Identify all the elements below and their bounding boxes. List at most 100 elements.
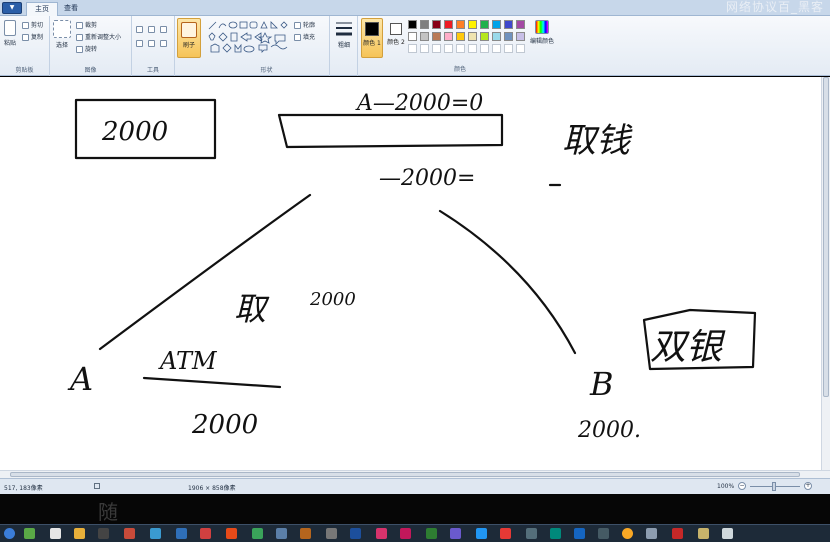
palette-swatch[interactable]: [432, 20, 441, 29]
size-button[interactable]: 粗细: [334, 20, 354, 49]
taskbar-app-icon-25[interactable]: [622, 528, 633, 539]
taskbar-app-icon-28[interactable]: [698, 528, 709, 539]
taskbar-app-icon-11[interactable]: [276, 528, 287, 539]
taskbar-app-icon-5[interactable]: [124, 528, 135, 539]
horizontal-scrollbar[interactable]: [0, 470, 830, 478]
zoom-in-button[interactable]: +: [804, 482, 812, 490]
horizontal-scroll-thumb[interactable]: [10, 472, 800, 477]
taskbar-app-icon-27[interactable]: [672, 528, 683, 539]
palette-custom-slot[interactable]: [468, 44, 477, 53]
crop-button[interactable]: 裁剪: [76, 20, 97, 29]
resize-button[interactable]: 重新调整大小: [76, 32, 121, 41]
copy-button[interactable]: 复制: [22, 32, 43, 41]
palette-custom-slot[interactable]: [480, 44, 489, 53]
taskbar-app-icon-4[interactable]: [98, 528, 109, 539]
outline-dropdown[interactable]: 轮廓: [294, 20, 315, 29]
taskbar-app-icon-6[interactable]: [150, 528, 161, 539]
palette-swatch[interactable]: [504, 32, 513, 41]
taskbar-app-icon-16[interactable]: [400, 528, 411, 539]
paste-button[interactable]: 粘贴: [2, 20, 18, 47]
taskbar-app-icon-10[interactable]: [252, 528, 263, 539]
color-picker-icon[interactable]: [148, 40, 155, 47]
tab-view[interactable]: 查看: [56, 2, 86, 16]
palette-custom-slot[interactable]: [408, 44, 417, 53]
palette-swatch[interactable]: [480, 32, 489, 41]
select-button[interactable]: 选择: [52, 20, 72, 49]
palette-swatch[interactable]: [456, 20, 465, 29]
start-orb-icon[interactable]: [4, 528, 15, 539]
magnifier-icon[interactable]: [160, 40, 167, 47]
palette-swatch[interactable]: [456, 32, 465, 41]
fill-label: 填充: [303, 34, 316, 41]
taskbar-app-icon-20[interactable]: [500, 528, 511, 539]
palette-swatch[interactable]: [468, 32, 477, 41]
palette-swatch[interactable]: [480, 20, 489, 29]
zoom-slider-thumb[interactable]: [772, 482, 776, 491]
taskbar-app-icon-8[interactable]: [200, 528, 211, 539]
taskbar-app-icon-14[interactable]: [350, 528, 361, 539]
taskbar-app-icon-13[interactable]: [326, 528, 337, 539]
taskbar-app-icon-7[interactable]: [176, 528, 187, 539]
palette-swatch[interactable]: [516, 32, 525, 41]
palette-custom-slot[interactable]: [444, 44, 453, 53]
taskbar-app-icon-15[interactable]: [376, 528, 387, 539]
taskbar-app-icon-22[interactable]: [550, 528, 561, 539]
image-group-label: 图像: [84, 67, 97, 74]
rotate-button[interactable]: 旋转: [76, 44, 97, 53]
taskbar-app-icon-24[interactable]: [598, 528, 609, 539]
palette-swatch[interactable]: [420, 20, 429, 29]
taskbar-app-icon-9[interactable]: [226, 528, 237, 539]
palette-custom-slot[interactable]: [420, 44, 429, 53]
taskbar-app-icon-1[interactable]: [24, 528, 35, 539]
taskbar-app-icon-17[interactable]: [426, 528, 437, 539]
palette-custom-slot[interactable]: [516, 44, 525, 53]
sketch-amount-under-atm: 2000: [191, 410, 258, 440]
taskbar-app-icon-23[interactable]: [574, 528, 585, 539]
palette-swatch[interactable]: [408, 32, 417, 41]
fill-dropdown[interactable]: 填充: [294, 32, 315, 41]
edit-colors-button[interactable]: 编辑颜色: [528, 20, 556, 45]
taskbar-app-icon-21[interactable]: [526, 528, 537, 539]
clipboard-group: 粘贴 剪切 复制 剪贴板: [0, 16, 50, 76]
palette-swatch[interactable]: [516, 20, 525, 29]
color1-button[interactable]: 颜色 1: [361, 18, 383, 58]
palette-custom-slot[interactable]: [504, 44, 513, 53]
palette-swatch[interactable]: [492, 32, 501, 41]
select-rect-icon: [53, 20, 71, 38]
zoom-out-button[interactable]: −: [738, 482, 746, 490]
brush-button[interactable]: 刷子: [177, 18, 201, 58]
palette-custom-slot[interactable]: [432, 44, 441, 53]
taskbar-app-icon-18[interactable]: [450, 528, 461, 539]
app-menu-button[interactable]: ▼: [2, 2, 22, 14]
drawing-canvas[interactable]: A—2000=0 2000 —2000= 取钱 取 2000 A ATM 200…: [0, 77, 830, 470]
brush-icon: [181, 22, 197, 38]
shapes-gallery[interactable]: [207, 20, 291, 54]
taskbar-app-icon-2[interactable]: [50, 528, 61, 539]
taskbar-app-icon-19[interactable]: [476, 528, 487, 539]
pencil-icon[interactable]: [136, 26, 143, 33]
cut-button[interactable]: 剪切: [22, 20, 43, 29]
taskbar-app-icon-12[interactable]: [300, 528, 311, 539]
tab-home[interactable]: 主页: [26, 2, 58, 16]
color2-button[interactable]: 颜色 2: [386, 18, 406, 58]
palette-swatch[interactable]: [420, 32, 429, 41]
vertical-scroll-thumb[interactable]: [823, 77, 829, 397]
sketch-top-right-chars: 取钱: [562, 121, 633, 161]
vertical-scrollbar[interactable]: [821, 77, 830, 470]
fill-bucket-icon[interactable]: [148, 26, 155, 33]
palette-custom-slot[interactable]: [492, 44, 501, 53]
palette-swatch[interactable]: [504, 20, 513, 29]
text-tool-icon[interactable]: [160, 26, 167, 33]
palette-swatch[interactable]: [408, 20, 417, 29]
palette-swatch[interactable]: [444, 20, 453, 29]
palette-custom-slot[interactable]: [456, 44, 465, 53]
taskbar-app-icon-29[interactable]: [722, 528, 733, 539]
taskbar-app-icon-3[interactable]: [74, 528, 85, 539]
palette-swatch[interactable]: [468, 20, 477, 29]
palette-swatch[interactable]: [444, 32, 453, 41]
eraser-icon[interactable]: [136, 40, 143, 47]
taskbar-app-icon-26[interactable]: [646, 528, 657, 539]
palette-swatch[interactable]: [432, 32, 441, 41]
image-group: 选择 裁剪 重新调整大小 旋转 图像: [50, 16, 132, 76]
palette-swatch[interactable]: [492, 20, 501, 29]
